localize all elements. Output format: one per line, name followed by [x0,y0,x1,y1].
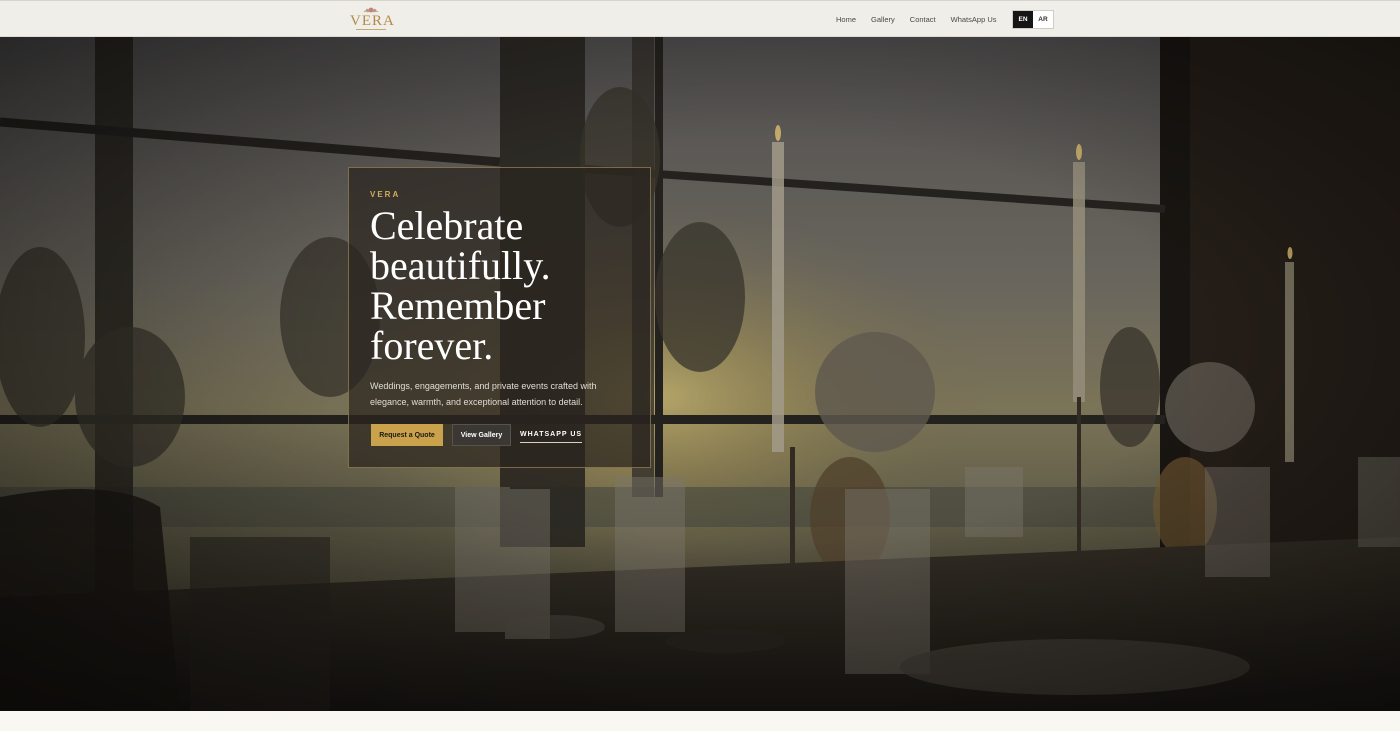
top-navbar: VERA Home Gallery Contact WhatsApp Us EN… [0,0,1400,37]
headline-line-1: Celebrate [370,203,524,248]
headline-line-2: beautifully. [370,243,551,288]
next-section-edge [0,711,1400,731]
hero-headline: Celebrate beautifully. Remember forever. [370,206,640,366]
brand-logo[interactable]: VERA [350,4,395,34]
view-gallery-button[interactable]: View Gallery [452,424,511,446]
headline-line-3: Remember [370,283,546,328]
nav-link-contact[interactable]: Contact [910,15,936,24]
hero-eyebrow: VERA [370,190,401,199]
hero-card: VERA Celebrate beautifully. Remember for… [348,167,651,468]
nav-link-whatsapp[interactable]: WhatsApp Us [951,15,997,24]
hero-subtext: Weddings, engagements, and private event… [370,381,597,407]
logo-wordmark: VERA [350,13,395,29]
lang-ar-button[interactable]: AR [1033,11,1053,28]
request-quote-button[interactable]: Request a Quote [371,424,443,446]
logo-underline [356,29,386,30]
nav-link-gallery[interactable]: Gallery [871,15,895,24]
nav-links: Home Gallery Contact WhatsApp Us [836,1,1012,38]
nav-link-home[interactable]: Home [836,15,856,24]
language-switcher: EN AR [1012,10,1054,29]
lang-en-button[interactable]: EN [1013,11,1033,28]
hero-background-image [0,37,1400,711]
hero-section: VERA Celebrate beautifully. Remember for… [0,37,1400,711]
headline-line-4: forever. [370,323,494,368]
whatsapp-link[interactable]: WHATSAPP US [520,427,583,443]
